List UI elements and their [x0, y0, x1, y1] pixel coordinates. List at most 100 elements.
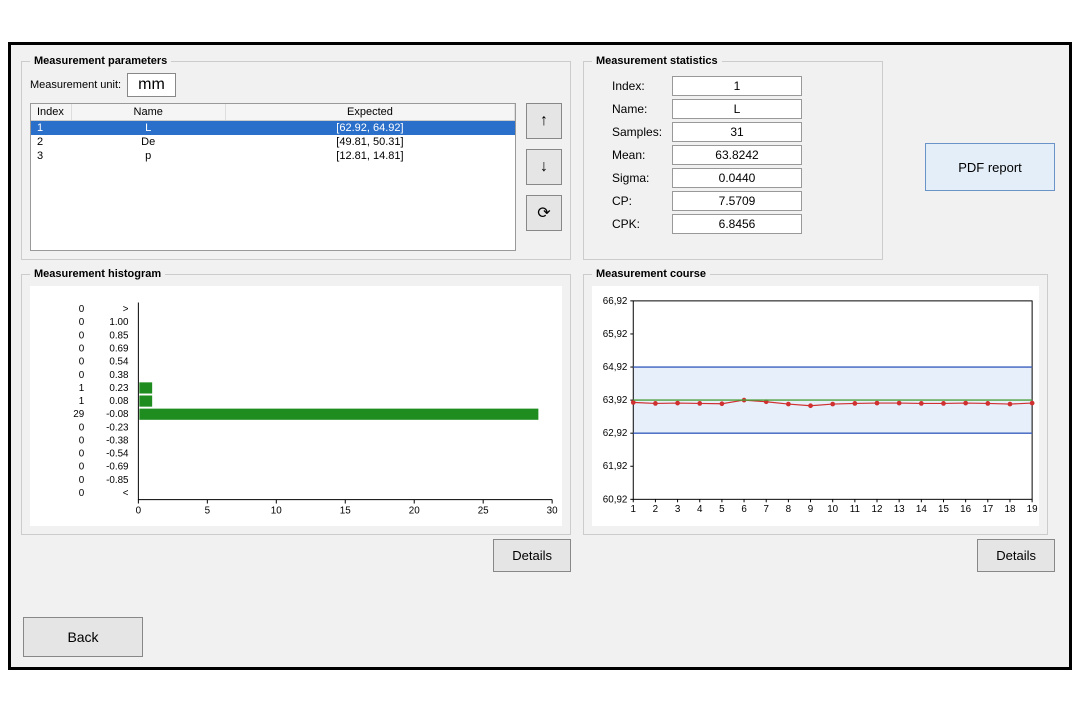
svg-text:0: 0 — [79, 435, 85, 446]
svg-text:16: 16 — [960, 504, 971, 515]
stat-cpk-value: 6.8456 — [672, 214, 802, 234]
table-row[interactable]: 3 p [12.81, 14.81] — [31, 149, 515, 163]
svg-text:0: 0 — [79, 488, 85, 499]
course-panel: Measurement course 60,9261,9262,9263,926… — [583, 268, 1048, 535]
move-up-button[interactable]: ↑ — [526, 103, 562, 139]
svg-text:1.00: 1.00 — [109, 317, 129, 328]
svg-text:-0.08: -0.08 — [106, 409, 129, 420]
svg-text:0: 0 — [136, 505, 142, 516]
svg-text:-0.85: -0.85 — [106, 475, 129, 486]
svg-text:10: 10 — [827, 504, 838, 515]
svg-text:63,92: 63,92 — [603, 395, 628, 406]
course-details-button[interactable]: Details — [977, 539, 1055, 572]
svg-text:19: 19 — [1027, 504, 1038, 515]
svg-text:0.23: 0.23 — [109, 383, 129, 394]
refresh-icon: ⟳ — [537, 203, 550, 223]
stat-cp-value: 7.5709 — [672, 191, 802, 211]
svg-text:0: 0 — [79, 304, 85, 315]
stat-mean-value: 63.8242 — [672, 145, 802, 165]
svg-text:0.54: 0.54 — [109, 357, 129, 368]
svg-text:0: 0 — [79, 449, 85, 460]
svg-text:11: 11 — [850, 504, 860, 515]
svg-text:62,92: 62,92 — [603, 428, 628, 439]
svg-text:6: 6 — [741, 504, 747, 515]
svg-text:12: 12 — [872, 504, 883, 515]
svg-text:-0.23: -0.23 — [106, 422, 129, 433]
histogram-details-button[interactable]: Details — [493, 539, 571, 572]
stat-mean-label: Mean: — [592, 148, 672, 162]
svg-text:9: 9 — [808, 504, 813, 515]
statistics-title: Measurement statistics — [592, 55, 722, 67]
col-name[interactable]: Name — [71, 104, 225, 121]
svg-text:0.69: 0.69 — [109, 343, 129, 354]
svg-text:-0.69: -0.69 — [106, 462, 129, 473]
svg-text:0: 0 — [79, 462, 85, 473]
stat-name-label: Name: — [592, 102, 672, 116]
svg-text:30: 30 — [547, 505, 558, 516]
histogram-panel: Measurement histogram 051015202530>01.00… — [21, 268, 571, 535]
move-down-button[interactable]: ↓ — [526, 149, 562, 185]
svg-text:5: 5 — [719, 504, 725, 515]
stat-index-value: 1 — [672, 76, 802, 96]
svg-text:8: 8 — [786, 504, 792, 515]
svg-text:-0.38: -0.38 — [106, 435, 129, 446]
histogram-chart: 051015202530>01.0000.8500.6900.5400.3800… — [30, 286, 562, 526]
svg-text:20: 20 — [409, 505, 420, 516]
svg-text:14: 14 — [916, 504, 927, 515]
stat-samples-value: 31 — [672, 122, 802, 142]
svg-text:1: 1 — [79, 396, 84, 407]
svg-text:13: 13 — [894, 504, 905, 515]
svg-text:29: 29 — [73, 409, 84, 420]
svg-text:0.08: 0.08 — [109, 396, 129, 407]
svg-text:0: 0 — [79, 330, 85, 341]
stat-samples-label: Samples: — [592, 125, 672, 139]
svg-text:0.38: 0.38 — [109, 370, 129, 381]
svg-text:17: 17 — [982, 504, 993, 515]
svg-text:2: 2 — [653, 504, 658, 515]
stat-cp-label: CP: — [592, 194, 672, 208]
svg-text:15: 15 — [340, 505, 351, 516]
table-row[interactable]: 1 L [62.92, 64.92] — [31, 121, 515, 136]
statistics-panel: Measurement statistics Index:1 Name:L Sa… — [583, 55, 883, 260]
svg-text:7: 7 — [763, 504, 768, 515]
svg-text:0: 0 — [79, 343, 85, 354]
arrow-up-icon: ↑ — [540, 112, 548, 130]
svg-text:65,92: 65,92 — [603, 329, 628, 340]
unit-value: mm — [127, 73, 176, 97]
svg-text:66,92: 66,92 — [603, 296, 628, 307]
stat-index-label: Index: — [592, 79, 672, 93]
svg-text:1: 1 — [631, 504, 636, 515]
svg-text:0: 0 — [79, 370, 85, 381]
col-index[interactable]: Index — [31, 104, 71, 121]
course-title: Measurement course — [592, 268, 710, 280]
svg-text:0: 0 — [79, 422, 85, 433]
params-table[interactable]: Index Name Expected 1 L [62.92, 64.92] — [30, 103, 516, 251]
course-chart: 60,9261,9262,9263,9264,9265,9266,9212345… — [592, 286, 1039, 526]
svg-text:18: 18 — [1005, 504, 1016, 515]
svg-text:10: 10 — [271, 505, 282, 516]
svg-text:61,92: 61,92 — [603, 461, 628, 472]
parameters-panel: Measurement parameters Measurement unit:… — [21, 55, 571, 260]
histogram-title: Measurement histogram — [30, 268, 165, 280]
svg-text:25: 25 — [478, 505, 489, 516]
svg-text:15: 15 — [938, 504, 949, 515]
svg-text:>: > — [123, 304, 129, 315]
unit-label: Measurement unit: — [30, 79, 121, 91]
stat-sigma-label: Sigma: — [592, 171, 672, 185]
main-frame: Measurement parameters Measurement unit:… — [8, 42, 1072, 670]
svg-text:1: 1 — [79, 383, 84, 394]
svg-text:0: 0 — [79, 317, 85, 328]
pdf-report-button[interactable]: PDF report — [925, 143, 1055, 191]
col-expected[interactable]: Expected — [225, 104, 514, 121]
table-row[interactable]: 2 De [49.81, 50.31] — [31, 135, 515, 149]
stat-name-value: L — [672, 99, 802, 119]
svg-text:5: 5 — [205, 505, 211, 516]
arrow-down-icon: ↓ — [540, 158, 548, 176]
svg-text:64,92: 64,92 — [603, 362, 628, 373]
svg-text:4: 4 — [697, 504, 703, 515]
refresh-button[interactable]: ⟳ — [526, 195, 562, 231]
svg-text:0.85: 0.85 — [109, 330, 129, 341]
svg-text:3: 3 — [675, 504, 681, 515]
svg-text:-0.54: -0.54 — [106, 449, 129, 460]
back-button[interactable]: Back — [23, 617, 143, 657]
